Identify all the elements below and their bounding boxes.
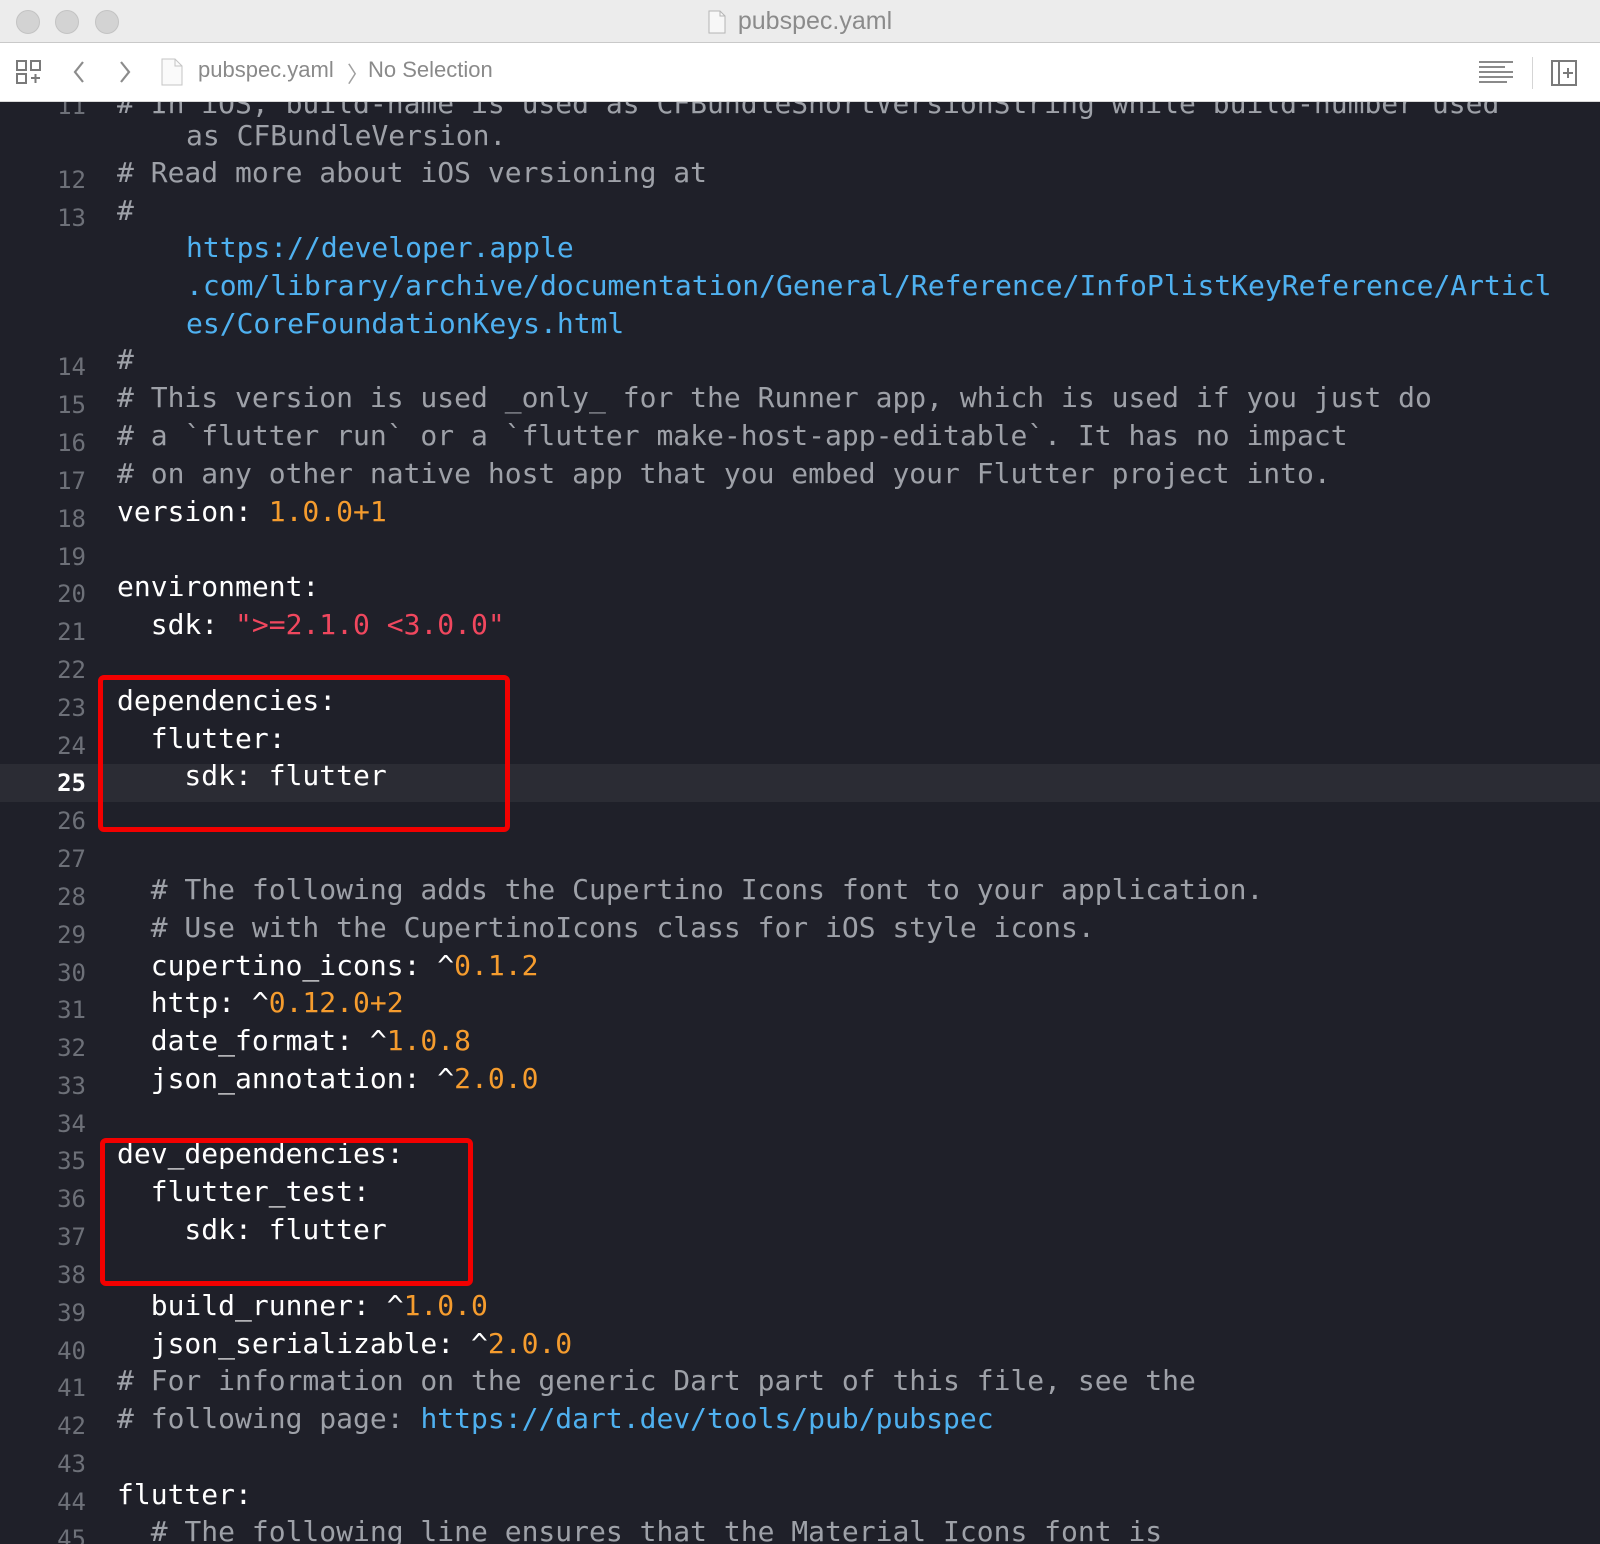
code-line-44: flutter: <box>117 1478 252 1511</box>
title-bar: pubspec.yaml <box>0 0 1600 43</box>
back-button[interactable] <box>66 57 92 87</box>
line-number: 32 <box>57 1034 86 1062</box>
yaml-value-version: 1.0.0+1 <box>268 495 387 528</box>
line-number: 38 <box>57 1261 86 1289</box>
line-number: 36 <box>57 1185 86 1213</box>
dev-dependencies-highlight-box <box>100 1138 473 1286</box>
line-number: 27 <box>57 845 86 873</box>
code-link-dart-pubspec[interactable]: https://dart.dev/tools/pub/pubspec <box>420 1402 993 1435</box>
line-number: 29 <box>57 921 86 949</box>
yaml-string-sdk-constraint: ">=2.1.0 <3.0.0" <box>235 608 505 641</box>
forward-button[interactable] <box>112 57 138 87</box>
code-line-21: sdk: ">=2.1.0 <3.0.0" <box>117 606 505 644</box>
add-editor-button[interactable] <box>1548 57 1580 89</box>
file-breadcrumb-icon <box>160 57 184 87</box>
line-number: 41 <box>57 1374 86 1402</box>
code-line-32: date_format: ^1.0.8 <box>117 1024 472 1057</box>
line-number: 39 <box>57 1299 86 1327</box>
line-number: 20 <box>57 580 86 608</box>
code-line-39: build_runner: ^1.0.0 <box>117 1289 488 1322</box>
lines-icon <box>1479 61 1513 83</box>
source-editor[interactable]: 11 12 13 14 15 16 17 18 19 20 21 22 23 2… <box>0 102 1600 1544</box>
code-line-15: # This version is used _only_ for the Ru… <box>117 381 1432 414</box>
code-line-41: # For information on the generic Dart pa… <box>117 1364 1196 1397</box>
code-line-40: json_serializable: ^2.0.0 <box>117 1327 573 1360</box>
breadcrumb-separator: 〉 <box>347 62 370 87</box>
line-number: 34 <box>57 1110 86 1138</box>
split-editor-plus-icon <box>1551 60 1577 86</box>
line-number: 35 <box>57 1147 86 1175</box>
code-line-14: # <box>117 343 134 376</box>
code-line-29: # Use with the CupertinoIcons class for … <box>117 911 1095 944</box>
line-number: 22 <box>57 656 86 684</box>
line-number: 14 <box>57 353 86 381</box>
line-number: 42 <box>57 1412 86 1440</box>
code-line-20: environment: <box>117 570 320 603</box>
yaml-key-version: version: <box>117 495 269 528</box>
line-number: 24 <box>57 732 86 760</box>
line-number: 18 <box>57 505 86 533</box>
related-items-button[interactable] <box>14 57 44 87</box>
xcode-window: pubspec.yaml pubspec.yaml 〉 No Selection… <box>0 0 1600 1544</box>
document-icon <box>161 58 183 86</box>
line-number: 23 <box>57 694 86 722</box>
window-title: pubspec.yaml <box>737 7 893 35</box>
code-line-17: # on any other native host app that you … <box>117 457 1331 490</box>
code-line-45: # The following line ensures that the Ma… <box>117 1515 1163 1544</box>
line-number: 31 <box>57 996 86 1024</box>
line-number: 45 <box>57 1525 86 1544</box>
line-number: 16 <box>57 429 86 457</box>
code-line-12: # Read more about iOS versioning at <box>117 156 708 189</box>
jump-bar: pubspec.yaml 〉 No Selection <box>0 43 1600 102</box>
current-line-number: 25 <box>57 769 86 797</box>
line-number: 43 <box>57 1450 86 1478</box>
code-link-apple-2[interactable]: .com/library/archive/documentation/Gener… <box>186 267 1551 305</box>
line-number: 21 <box>57 618 86 646</box>
line-number: 28 <box>57 883 86 911</box>
line-number: 19 <box>57 543 86 571</box>
breadcrumb-selection[interactable]: No Selection <box>368 57 493 83</box>
code-line-42: # following page: https://dart.dev/tools… <box>117 1402 994 1435</box>
code-link-apple-1[interactable]: https://developer.apple <box>186 229 574 267</box>
line-number: 37 <box>57 1223 86 1251</box>
line-number: 17 <box>57 467 86 495</box>
line-number: 11 <box>57 102 86 120</box>
dependencies-highlight-box <box>98 675 510 832</box>
line-number: 40 <box>57 1337 86 1365</box>
breadcrumb-file[interactable]: pubspec.yaml <box>198 57 334 83</box>
code-line-30: cupertino_icons: ^0.1.2 <box>117 949 539 982</box>
code-line-13: # <box>117 194 134 227</box>
line-number: 12 <box>57 166 86 194</box>
line-number: 30 <box>57 959 86 987</box>
code-link-apple-3[interactable]: es/CoreFoundationKeys.html <box>186 305 624 343</box>
code-line-28: # The following adds the Cupertino Icons… <box>117 873 1264 906</box>
line-number: 33 <box>57 1072 86 1100</box>
line-number: 26 <box>57 807 86 835</box>
line-number: 44 <box>57 1488 86 1516</box>
code-line-11-wrap: as CFBundleVersion. <box>186 119 507 152</box>
line-number: 15 <box>57 391 86 419</box>
code-line-33: json_annotation: ^2.0.0 <box>117 1062 539 1095</box>
editor-options-button[interactable] <box>1476 55 1516 89</box>
yaml-key-sdk: sdk: <box>117 608 236 641</box>
chevron-right-icon <box>120 61 131 83</box>
code-line-18: version: 1.0.0+1 <box>117 493 387 531</box>
document-icon <box>708 10 726 33</box>
chevron-left-icon <box>73 61 84 83</box>
line-number: 13 <box>57 204 86 232</box>
code-line-16: # a `flutter run` or a `flutter make-hos… <box>117 419 1348 452</box>
toolbar-divider <box>1532 57 1533 89</box>
code-line-31: http: ^0.12.0+2 <box>117 986 404 1019</box>
grid-icon <box>16 60 41 84</box>
